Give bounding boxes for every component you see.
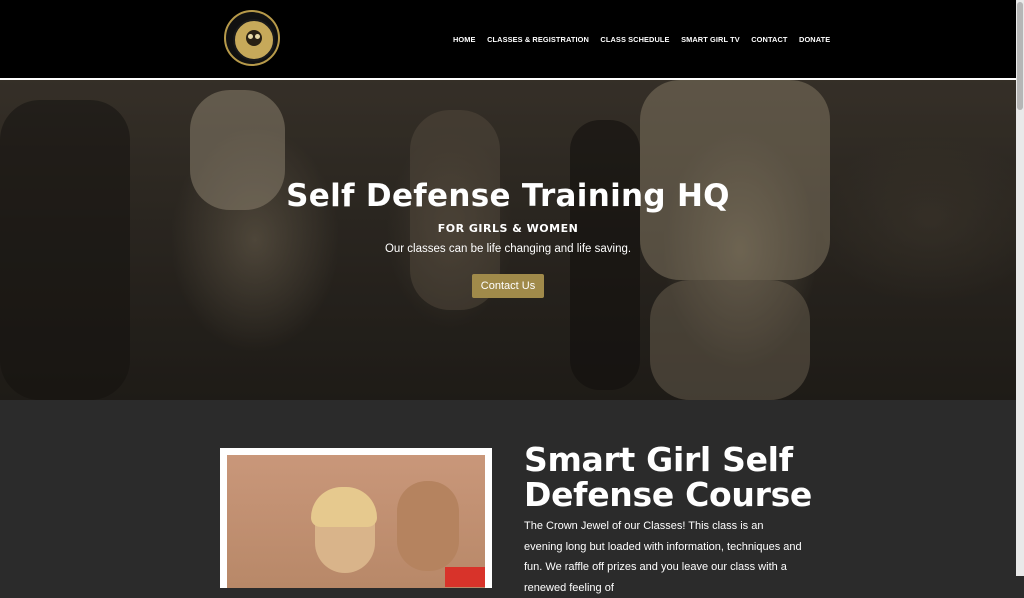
owl-eye-left [248,34,253,39]
nav-donate[interactable]: DONATE [799,35,830,45]
hero-section: Self Defense Training HQ FOR GIRLS & WOM… [0,80,1016,400]
course-photo [220,448,492,588]
owl-crest-logo[interactable] [224,10,280,66]
hero-overlay [0,80,1016,400]
main-nav: HOME CLASSES & REGISTRATION CLASS SCHEDU… [453,35,842,45]
logo-emblem [233,19,275,61]
photo-person-woman-hair [311,487,377,527]
hero-subtitle: FOR GIRLS & WOMEN [437,222,579,235]
page-scrollbar[interactable] [1016,0,1024,576]
photo-shirt [445,567,485,587]
owl-eye-right [255,34,260,39]
photo-person-man [397,481,459,571]
hero-tagline: Our classes can be life changing and lif… [384,243,632,255]
nav-class-schedule[interactable]: CLASS SCHEDULE [600,35,669,45]
nav-smart-girl-tv[interactable]: SMART GIRL TV [681,35,740,45]
course-photo-image [227,455,485,588]
nav-classes-registration[interactable]: CLASSES & REGISTRATION [487,35,589,45]
course-description: The Crown Jewel of our Classes! This cla… [524,520,802,594]
contact-us-button[interactable]: Contact Us [472,274,544,298]
site-header: HOME CLASSES & REGISTRATION CLASS SCHEDU… [0,0,1016,80]
hero-title: Self Defense Training HQ [286,178,730,214]
scrollbar-thumb[interactable] [1017,2,1023,110]
nav-contact[interactable]: CONTACT [751,35,787,45]
course-title: Smart Girl Self Defense Course [524,440,812,514]
owl-icon [246,30,262,46]
nav-home[interactable]: HOME [453,35,476,45]
